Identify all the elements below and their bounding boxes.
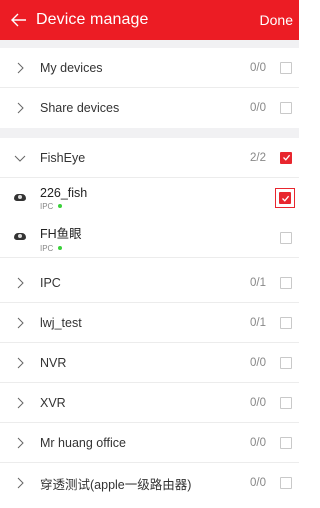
chevron-right-icon (0, 62, 40, 74)
group-row-my-devices[interactable]: My devices 0/0 (0, 48, 299, 88)
group-count: 2/2 (250, 151, 266, 164)
group-label: Mr huang office (40, 435, 126, 450)
group-label: FishEye (40, 150, 86, 165)
group-label: lwj_test (40, 315, 82, 330)
done-button[interactable]: Done (260, 12, 299, 28)
group-row-lwj-test[interactable]: lwj_test 0/1 (0, 303, 299, 343)
section-gap (0, 40, 299, 48)
group-count: 0/0 (250, 436, 266, 449)
group-checkbox[interactable] (280, 316, 292, 329)
group-count: 0/0 (250, 102, 266, 114)
group-checkbox[interactable] (280, 61, 292, 74)
chevron-right-icon (0, 397, 40, 409)
check-icon (281, 195, 289, 202)
group-checkbox[interactable] (280, 396, 292, 409)
group-checkbox[interactable] (280, 436, 292, 449)
device-checkbox[interactable] (280, 231, 292, 244)
check-icon (282, 154, 290, 161)
online-status-dot (58, 246, 63, 250)
chevron-right-icon (0, 477, 40, 489)
group-count: 0/0 (250, 396, 266, 409)
chevron-down-icon (0, 152, 40, 164)
camera-icon (0, 233, 40, 241)
chevron-right-icon (0, 317, 40, 329)
group-label: 穿透测试(apple一级路由器) (40, 477, 192, 492)
group-row-share-devices[interactable]: Share devices 0/0 (0, 88, 299, 128)
group-label: My devices (40, 60, 103, 75)
device-row-fh-fisheye[interactable]: FH鱼眼 IPC (0, 218, 299, 258)
group-count: 0/1 (250, 276, 266, 289)
group-count: 0/0 (250, 356, 266, 369)
group-checkbox[interactable] (280, 276, 292, 289)
camera-icon (0, 193, 40, 202)
device-type: IPC (40, 243, 54, 253)
device-row-226-fish[interactable]: 226_fish IPC (0, 178, 299, 218)
chevron-right-icon (0, 437, 40, 449)
device-name: FH鱼眼 (40, 226, 82, 241)
group-count: 0/0 (250, 61, 266, 74)
chevron-right-icon (0, 277, 40, 289)
chevron-right-icon (0, 357, 40, 369)
group-row-nvr[interactable]: NVR 0/0 (0, 343, 299, 383)
arrow-left-icon (11, 13, 26, 27)
section-gap (0, 128, 299, 138)
group-count: 0/1 (250, 316, 266, 329)
online-status-dot (58, 204, 63, 208)
group-label: XVR (40, 395, 66, 410)
group-label: IPC (40, 275, 61, 290)
group-row-fisheye[interactable]: FishEye 2/2 (0, 138, 299, 178)
group-row-xvr[interactable]: XVR 0/0 (0, 383, 299, 423)
group-checkbox[interactable] (280, 151, 292, 164)
group-count: 0/0 (250, 477, 266, 489)
back-button[interactable] (4, 0, 34, 40)
app-header: Device manage Done (0, 0, 299, 40)
group-checkbox[interactable] (280, 102, 292, 114)
group-label: Share devices (40, 101, 120, 115)
group-checkbox[interactable] (280, 356, 292, 369)
group-label: NVR (40, 355, 67, 370)
device-type: IPC (40, 201, 54, 211)
group-row-mr-huang-office[interactable]: Mr huang office 0/0 (0, 423, 299, 463)
group-row-penetration-test[interactable]: 穿透测试(apple一级路由器) 0/0 (0, 463, 299, 503)
group-row-ipc[interactable]: IPC 0/1 (0, 263, 299, 303)
group-checkbox[interactable] (280, 477, 292, 489)
device-checkbox[interactable] (279, 192, 291, 204)
selection-highlight (275, 188, 295, 208)
chevron-right-icon (0, 102, 40, 114)
page-title: Device manage (36, 11, 149, 28)
device-name: 226_fish (40, 185, 88, 200)
